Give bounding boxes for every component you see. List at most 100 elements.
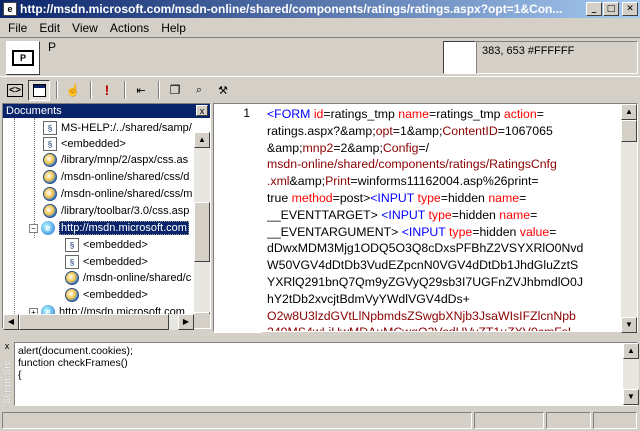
source-token: action [503,107,537,121]
tree-item-label: /library/mnp/2/aspx/css.as [61,154,189,166]
tree-item-label: <embedded> [83,289,148,301]
source-line: &amp;mnp2=2&amp;Config=/ [267,140,623,157]
scroll-thumb[interactable] [19,314,169,330]
copy-button[interactable]: ❐ [164,80,186,101]
menu-file[interactable]: File [2,21,33,35]
tree-item-label: http://msdn.microsoft.com [59,306,185,314]
scroll-up-arrow[interactable]: ▲ [194,132,210,148]
source-token: name [488,190,520,205]
menu-help[interactable]: Help [155,21,192,35]
script-panel-tab: x Script Src [0,340,14,408]
line-number: 1 [243,106,250,120]
script-vertical-scrollbar[interactable]: ▲ ▼ [623,343,639,405]
source-line: <FORM id=ratings_tmp name=ratings_tmp ac… [267,106,623,123]
scroll-down-arrow[interactable]: ▼ [621,317,637,333]
scroll-down-arrow[interactable]: ▼ [623,389,639,405]
source-line: hY2tDb2xvcjtBdmVyYWdlVGV4dDs+ [267,291,623,308]
tree-vertical-scrollbar[interactable]: ▲ ▼ [194,132,210,314]
p-label: P [48,40,57,54]
menu-view[interactable]: View [66,21,104,35]
scroll-down-arrow[interactable]: ▼ [194,312,210,314]
tools-button[interactable]: ⚒ [212,80,234,101]
element-picker-button[interactable]: P [6,41,40,75]
toolbar-separator [124,81,126,99]
menu-actions[interactable]: Actions [104,21,155,35]
source-token: =2&amp; [333,140,383,155]
source-token: opt [375,123,393,138]
view-source-button[interactable]: <> [4,80,26,101]
source-token: type [428,207,452,222]
exclamation-icon: ! [104,82,110,98]
source-code[interactable]: <FORM id=ratings_tmp name=ratings_tmp ac… [267,106,623,331]
source-line: dDwxMDM3Mjg1ODQ5O3Q8cDxsPFBhZ2VSYXRlO0Nv… [267,240,623,257]
tree-item[interactable]: /library/mnp/2/aspx/css.as [43,152,188,168]
copy-pages-icon: ❐ [169,83,181,97]
scroll-up-arrow[interactable]: ▲ [621,104,637,120]
tree-item[interactable]: + e http://msdn.microsoft.com [29,304,185,314]
stylesheet-globe-icon [43,170,57,184]
source-token: =ratings_tmp [429,107,504,121]
tree-line [14,118,15,314]
tree-item[interactable]: § <embedded> [43,136,126,152]
scroll-left-arrow[interactable]: ◀ [3,314,19,330]
tree-item[interactable]: § <embedded> [65,237,148,253]
collapse-toggle[interactable]: − [29,223,38,233]
tree-item[interactable]: § <embedded> [65,254,148,270]
tree-item[interactable]: <embedded> [65,287,148,303]
ie-page-icon: e [41,221,55,235]
source-token: = [530,207,538,222]
tree-item-label: http://msdn.microsoft.com [59,221,189,235]
source-brackets-icon: <> [7,83,23,97]
source-editor[interactable]: 1 <FORM id=ratings_tmp name=ratings_tmp … [213,103,638,333]
break-button[interactable]: ! [96,80,118,101]
hand-pointer-icon: ☝ [65,83,81,97]
source-token: =hidden [472,224,520,239]
script-panel: x Script Src alert(document.cookies); fu… [0,340,640,408]
tree-item-selected[interactable]: − e http://msdn.microsoft.com [29,220,189,236]
find-button[interactable]: ⌕ [188,80,210,101]
color-info-readout: 383, 653 #FFFFFF [476,41,638,74]
scroll-up-arrow[interactable]: ▲ [623,343,639,359]
scroll-thumb[interactable] [621,120,637,142]
scroll-thumb[interactable] [194,202,210,262]
tree-item-label: <embedded> [83,239,148,251]
source-token: name [398,107,430,121]
source-token: =post> [332,190,371,205]
source-token: =ratings_tmp [323,107,399,121]
document-script-icon: § [65,255,79,269]
editor-vertical-scrollbar[interactable]: ▲ ▼ [621,104,637,333]
document-view-icon [32,83,46,97]
script-close-button[interactable]: x [2,342,12,352]
minimize-button[interactable]: _ [586,2,602,16]
tree-item[interactable]: /msdn-online/shared/css/m [43,186,192,202]
tree-horizontal-scrollbar[interactable]: ◀ ▶ [3,314,194,330]
document-script-icon: § [65,238,79,252]
source-token: 249MS4wLjUwMDAuMCwgQ3VsdHVyZT1uZXV0cmFsL [267,325,575,331]
tree-item[interactable]: /msdn-online/shared/c [65,270,191,286]
view-document-button[interactable] [28,79,50,101]
tree-item[interactable]: /library/toolbar/3.0/css.asp [43,203,189,219]
source-token: type [417,190,441,205]
script-tab-label: Script Src [2,360,12,405]
tree-item-label: <embedded> [83,256,148,268]
ie-page-icon: e [41,305,55,314]
step-button[interactable]: ⇤ [130,80,152,101]
scroll-right-arrow[interactable]: ▶ [178,314,194,330]
documents-close-button[interactable]: x [196,105,208,116]
line-gutter: 1 [214,104,262,333]
script-editor[interactable]: alert(document.cookies); function checkF… [14,342,638,406]
maximize-button[interactable]: □ [603,2,619,16]
status-pane [546,412,591,429]
menu-edit[interactable]: Edit [33,21,66,35]
close-button[interactable]: ✕ [622,2,638,16]
source-token: = [519,190,527,205]
tree-item[interactable]: /msdn-online/shared/css/d [43,169,189,185]
select-element-button[interactable]: ☝ [62,80,84,101]
tree-item-label: /msdn-online/shared/css/d [61,171,190,183]
source-token: = [536,107,544,121]
source-token: YXRlQ291bnQ7Qm9yZGVyQ29sb3I7UGFnZVJhbmdl… [267,274,583,289]
tree-item[interactable]: § MS-HELP:/../shared/samp/ [43,120,192,136]
pane-splitter[interactable] [0,332,640,340]
source-token: Config [382,140,419,155]
source-line: O2w8U3lzdGVtLlNpbmdsZSwgbXNjb3JsaWIsIFZl… [267,308,623,325]
